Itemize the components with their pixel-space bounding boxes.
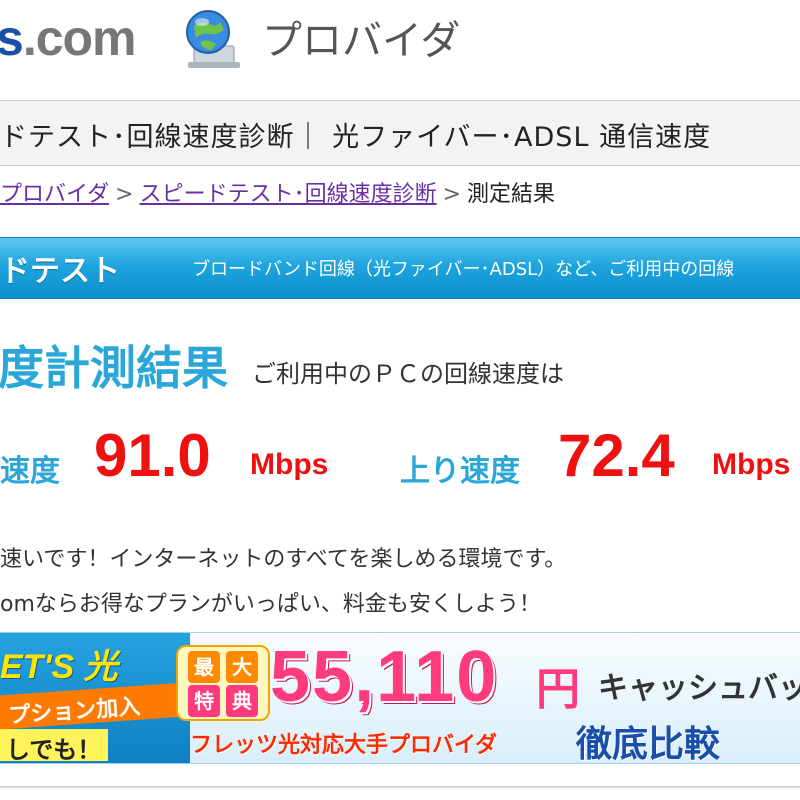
logo-highlight: s [0, 10, 24, 66]
result-message: 速いです！インターネットのすべてを楽しめる環境です。 [0, 547, 567, 572]
badge-char: 最 [188, 651, 220, 683]
section-header: ドテスト ブロードバンド回線（光ファイバー･ADSL）など、ご利用中の回線 [0, 237, 800, 299]
breadcrumb-link-provider[interactable]: プロバイダ [0, 182, 109, 207]
logo-suffix: .com [22, 10, 137, 66]
banner-amount: 55,110 [270, 637, 499, 717]
result-heading: 度計測結果 [0, 341, 228, 395]
download-speed-label: 速度 [0, 454, 60, 489]
promo-banner[interactable]: ET'S 光 プション加入 しでも！ 最 大 特 典 55,110 円 キャッシ… [0, 632, 800, 764]
badge-char: 典 [226, 685, 258, 717]
banner-brand: ET'S 光 [0, 648, 118, 686]
promo-message: omならお得なプランがいっぱい、料金も安くしよう！ [0, 592, 541, 617]
result-subheading: ご利用中のＰＣの回線速度は [252, 360, 564, 388]
globe-computer-icon [180, 6, 246, 72]
breadcrumb-separator: > [115, 182, 134, 207]
upload-speed-unit: Mbps [712, 448, 791, 481]
page-title-bar: ドテスト･回線速度診断｜ 光ファイバー･ADSL 通信速度 [0, 100, 800, 166]
badge-char: 大 [226, 651, 258, 683]
breadcrumb-separator: > [442, 182, 462, 207]
max-bonus-badge: 最 大 特 典 [176, 645, 270, 721]
banner-sub-label: しでも！ [0, 729, 108, 764]
page-title: ドテスト･回線速度診断｜ 光ファイバー･ADSL 通信速度 [0, 122, 712, 153]
banner-compare: 徹底比較 [576, 724, 721, 764]
download-speed-unit: Mbps [250, 448, 329, 481]
banner-yen: 円 [536, 664, 580, 715]
banner-cashback: キャッシュバッ [598, 671, 800, 706]
download-speed-value: 91.0 [94, 422, 211, 489]
site-logo[interactable]: s.com [0, 8, 137, 68]
badge-char: 特 [188, 685, 220, 717]
section-title: ドテスト [0, 254, 120, 289]
upload-speed-label: 上り速度 [400, 454, 520, 489]
breadcrumb-link-speedtest[interactable]: スピードテスト･回線速度診断 [140, 182, 437, 207]
banner-footer-text: フレッツ光対応大手プロバイダ [190, 733, 498, 758]
section-description: ブロードバンド回線（光ファイバー･ADSL）など、ご利用中の回線 [192, 259, 735, 280]
banner-sub-text: しでも！ [6, 736, 102, 764]
provider-label[interactable]: プロバイダ [262, 16, 460, 66]
breadcrumb: プロバイダ > スピードテスト･回線速度診断 > 測定結果 [0, 178, 555, 212]
divider [0, 786, 800, 788]
upload-speed-value: 72.4 [558, 422, 675, 489]
breadcrumb-current: 測定結果 [467, 182, 556, 207]
